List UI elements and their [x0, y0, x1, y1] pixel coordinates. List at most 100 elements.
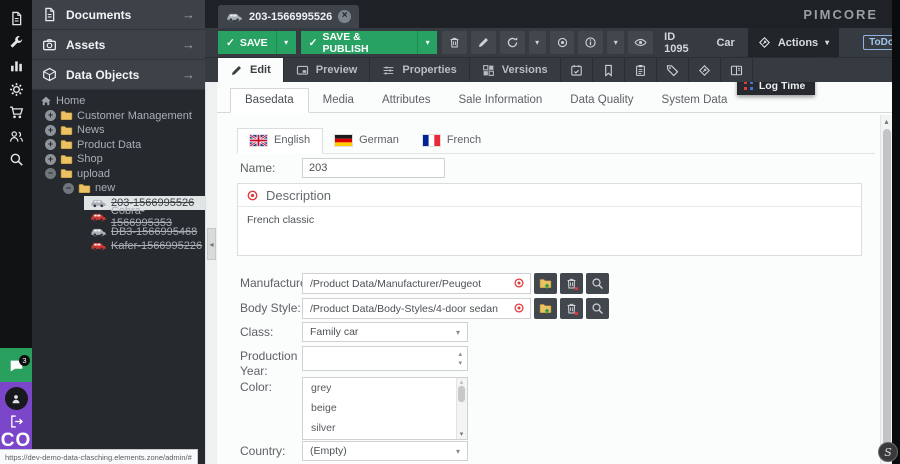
- tab-preview[interactable]: Preview: [284, 58, 371, 82]
- tools-rail-icon[interactable]: [0, 31, 32, 55]
- close-icon[interactable]: ×: [338, 10, 351, 23]
- logout-icon[interactable]: [9, 414, 24, 429]
- expand-plus-icon[interactable]: +: [45, 154, 56, 165]
- tab-data-quality[interactable]: Data Quality: [556, 89, 647, 112]
- search-relation-button[interactable]: [586, 298, 609, 319]
- name-input[interactable]: [302, 158, 445, 178]
- class-select[interactable]: Family car ▾: [302, 322, 468, 342]
- tab-versions[interactable]: Versions: [470, 58, 561, 82]
- color-multiselect[interactable]: grey beige silver ▴ ▾: [302, 377, 468, 440]
- sidebar-section-assets[interactable]: Assets →: [32, 30, 205, 60]
- save-dropdown-button[interactable]: ▾: [276, 31, 296, 54]
- caret-down-icon: ▾: [456, 328, 460, 337]
- caret-up-icon: ▴: [458, 350, 462, 359]
- schedule-tab-button[interactable]: [561, 58, 593, 82]
- status-url: https://dev-demo-data-cfasching.elements…: [5, 453, 192, 462]
- info-dropdown-button[interactable]: ▾: [607, 31, 624, 54]
- collapse-minus-icon[interactable]: −: [63, 183, 74, 194]
- reload-button[interactable]: [500, 31, 525, 54]
- tab-attributes[interactable]: Attributes: [368, 89, 445, 112]
- expand-plus-icon[interactable]: +: [45, 110, 56, 121]
- tab-properties[interactable]: Properties: [370, 58, 469, 82]
- extension-badge[interactable]: S: [878, 442, 898, 462]
- open-preview-button[interactable]: [628, 31, 653, 54]
- tab-sale-information[interactable]: Sale Information: [445, 89, 557, 112]
- bullseye-icon: [513, 302, 525, 314]
- tab-media[interactable]: Media: [309, 89, 368, 112]
- tree-node-customer-management[interactable]: + Customer Management: [32, 109, 205, 124]
- tab-system-data[interactable]: System Data: [648, 89, 742, 112]
- tab-edit[interactable]: Edit: [218, 58, 284, 82]
- section-label: Documents: [66, 8, 173, 22]
- settings-rail-icon[interactable]: [0, 78, 32, 102]
- tree-node-object-cobra[interactable]: Cobra-1566995353: [84, 210, 205, 225]
- search-rail-icon[interactable]: [0, 148, 32, 172]
- panel-collapse-handle[interactable]: ◂: [207, 228, 216, 260]
- color-option-grey[interactable]: grey: [303, 378, 467, 398]
- folder-icon: [60, 138, 73, 151]
- country-select[interactable]: (Empty) ▾: [302, 441, 468, 461]
- tree-node-shop[interactable]: + Shop: [32, 152, 205, 167]
- lang-tab-french[interactable]: French: [411, 129, 493, 153]
- tree-node-home[interactable]: Home: [32, 94, 205, 109]
- open-relation-button[interactable]: [534, 298, 557, 319]
- tree-node-news[interactable]: + News: [32, 123, 205, 138]
- tree-node-upload[interactable]: − upload: [32, 167, 205, 182]
- delete-button[interactable]: [442, 31, 467, 54]
- car-icon: [226, 12, 243, 22]
- users-rail-icon[interactable]: [0, 125, 32, 149]
- tree-node-product-data[interactable]: + Product Data: [32, 138, 205, 153]
- save-publish-dropdown-button[interactable]: ▾: [417, 31, 437, 54]
- collapse-minus-icon[interactable]: −: [45, 168, 56, 179]
- caret-down-icon: ▾: [426, 38, 430, 47]
- color-option-beige[interactable]: beige: [303, 398, 467, 418]
- ecommerce-rail-icon[interactable]: [0, 101, 32, 125]
- description-editor[interactable]: French classic: [238, 207, 861, 233]
- tree-node-object-kafer[interactable]: Kafer-1566995226: [84, 239, 205, 254]
- info-button[interactable]: [578, 31, 603, 54]
- workflow-tab-button[interactable]: [689, 58, 721, 82]
- open-relation-button[interactable]: [534, 273, 557, 294]
- actions-button[interactable]: Actions ▾: [748, 28, 839, 57]
- spinner-arrows[interactable]: ▴ ▾: [458, 350, 462, 368]
- rename-button[interactable]: [471, 31, 496, 54]
- tags-tab-button[interactable]: [657, 58, 689, 82]
- remove-relation-button[interactable]: [560, 273, 583, 294]
- tree-node-object-db3[interactable]: DB3-1566995468: [84, 225, 205, 240]
- expand-plus-icon[interactable]: +: [45, 139, 56, 150]
- color-option-silver[interactable]: silver: [303, 418, 467, 438]
- listbox-scrollbar[interactable]: ▴ ▾: [456, 378, 467, 439]
- lang-tab-english[interactable]: English: [237, 128, 323, 154]
- arrow-right-icon: →: [182, 7, 195, 22]
- bookmark-tab-button[interactable]: [593, 58, 625, 82]
- user-avatar[interactable]: [5, 387, 28, 410]
- sidebar-section-documents[interactable]: Documents →: [32, 0, 205, 30]
- reload-dropdown-button[interactable]: ▾: [529, 31, 546, 54]
- panel-splitter[interactable]: [205, 82, 217, 464]
- reports-rail-icon[interactable]: [0, 54, 32, 78]
- manufacturer-relation-field[interactable]: /Product Data/Manufacturer/Peugeot: [302, 273, 531, 294]
- body-style-relation-field[interactable]: /Product Data/Body-Styles/4-door sedan: [302, 298, 531, 319]
- sidebar-section-data-objects[interactable]: Data Objects →: [32, 60, 205, 90]
- tree-node-new[interactable]: − new: [32, 181, 205, 196]
- production-year-spinner[interactable]: ▴ ▾: [302, 346, 468, 371]
- documents-rail-icon[interactable]: [0, 7, 32, 31]
- remove-relation-button[interactable]: [560, 298, 583, 319]
- save-button[interactable]: ✓ SAVE: [218, 31, 276, 54]
- name-row: Name:: [240, 158, 445, 178]
- scrollbar-thumb[interactable]: [458, 386, 465, 402]
- lang-tab-german[interactable]: German: [323, 129, 411, 153]
- locate-in-tree-button[interactable]: [550, 31, 575, 54]
- notifications-button[interactable]: 3: [0, 348, 32, 382]
- form-scrollbar[interactable]: ▴: [880, 115, 892, 464]
- search-relation-button[interactable]: [586, 273, 609, 294]
- open-object-tab[interactable]: 203-1566995526 ×: [218, 5, 359, 28]
- notes-tab-button[interactable]: [625, 58, 657, 82]
- scrollbar-thumb[interactable]: [883, 129, 891, 462]
- reports-tab-button[interactable]: [721, 58, 753, 82]
- object-class-label: Car: [716, 37, 734, 49]
- expand-plus-icon[interactable]: +: [45, 125, 56, 136]
- tab-basedata[interactable]: Basedata: [230, 88, 309, 113]
- save-publish-button[interactable]: ✓ SAVE & PUBLISH: [301, 31, 418, 54]
- caret-left-icon: ◂: [209, 240, 213, 249]
